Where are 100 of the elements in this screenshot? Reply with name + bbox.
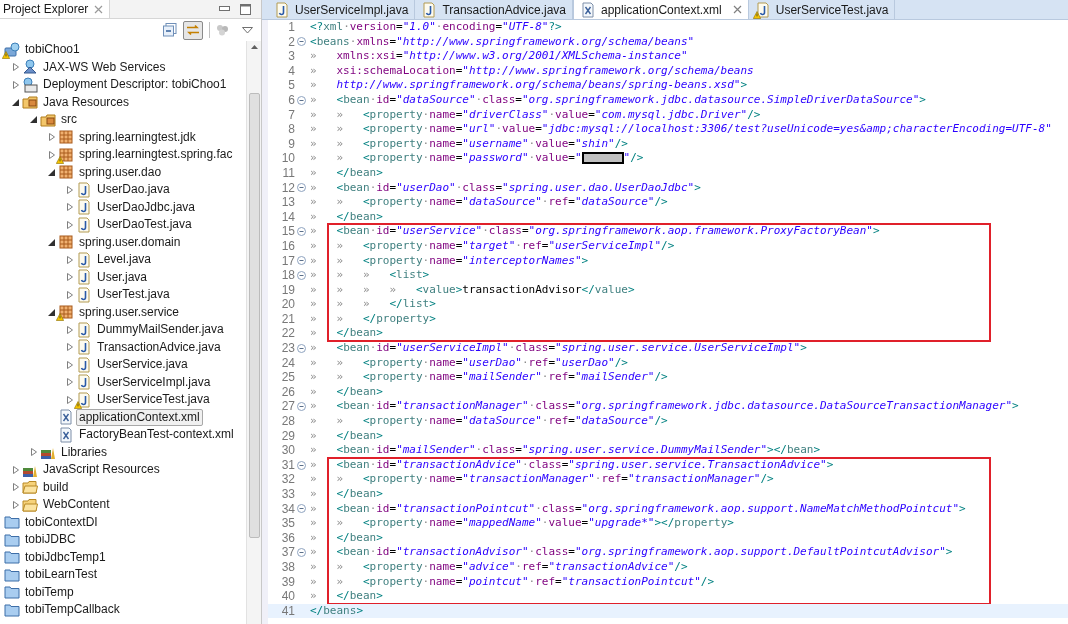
tree-item[interactable]: DummyMailSender.java xyxy=(95,321,226,339)
tree-item[interactable]: UserService.java xyxy=(95,356,190,374)
tree-item[interactable]: JAX-WS Web Services xyxy=(41,58,168,76)
tree-item[interactable]: UserDaoJdbc.java xyxy=(95,198,198,216)
tree-item[interactable]: spring.learningtest.jdk xyxy=(77,128,198,146)
line-number: 33 xyxy=(280,487,295,502)
line-number: 23 xyxy=(280,341,295,356)
expanded-arrow-icon[interactable] xyxy=(12,98,19,106)
collapsed-arrow-icon[interactable] xyxy=(67,395,73,404)
view-menu-caret-icon[interactable] xyxy=(242,26,253,34)
tree-item[interactable]: tobiTemp xyxy=(23,583,76,601)
collapsed-arrow-icon[interactable] xyxy=(67,325,73,334)
close-icon[interactable] xyxy=(732,5,742,14)
tree-item[interactable]: tobiContextDI xyxy=(23,513,100,531)
collapse-icon[interactable] xyxy=(297,343,306,353)
line-number: 40 xyxy=(280,589,295,604)
expanded-arrow-icon[interactable] xyxy=(48,308,55,316)
line-number: 12 xyxy=(280,180,295,196)
code-line: » » <property·name="pointcut"·ref="transactionPointcut"/> xyxy=(309,574,715,590)
collapse-icon[interactable] xyxy=(297,256,306,266)
tree-item[interactable]: tobiChoo1 xyxy=(23,41,82,59)
collapsed-arrow-icon[interactable] xyxy=(13,80,19,89)
collapse-icon[interactable] xyxy=(297,504,306,514)
scrollbar[interactable] xyxy=(246,41,261,624)
tree-item[interactable]: JavaScript Resources xyxy=(41,461,162,479)
collapsed-arrow-icon[interactable] xyxy=(67,255,73,264)
line-number: 28 xyxy=(280,414,295,429)
tree-item[interactable]: Level.java xyxy=(95,251,154,269)
link-with-editor-icon[interactable] xyxy=(183,20,203,40)
collapse-icon[interactable] xyxy=(297,548,306,558)
code-line: » </bean> xyxy=(309,384,383,400)
tree-item[interactable]: tobiJdbcTemp1 xyxy=(23,548,108,566)
editor-tab[interactable]: UserServiceImpl.java xyxy=(268,0,416,19)
tree-item[interactable]: FactoryBeanTest-context.xml xyxy=(77,426,236,444)
collapsed-arrow-icon[interactable] xyxy=(13,465,19,474)
expanded-arrow-icon[interactable] xyxy=(48,168,55,176)
collapsed-arrow-icon[interactable] xyxy=(13,483,19,492)
tree-item[interactable]: spring.user.dao xyxy=(77,163,164,181)
collapsed-arrow-icon[interactable] xyxy=(67,185,73,194)
tree-item[interactable]: tobiLearnTest xyxy=(23,566,100,584)
tree-item[interactable]: Libraries xyxy=(59,443,110,461)
code-line: » <bean·id="transactionPointcut"·class="org.springframework.aop.support.NameMatchMethodPointcut"> xyxy=(309,501,966,517)
collapsed-arrow-icon[interactable] xyxy=(13,500,19,509)
collapsed-arrow-icon[interactable] xyxy=(67,220,73,229)
tree-item[interactable]: tobiTempCallback xyxy=(23,601,122,619)
collapse-icon[interactable] xyxy=(297,227,306,237)
collapsed-arrow-icon[interactable] xyxy=(67,378,73,387)
close-icon[interactable] xyxy=(94,4,104,14)
collapsed-arrow-icon[interactable] xyxy=(67,203,73,212)
tree-item[interactable]: UserServiceImpl.java xyxy=(95,373,213,391)
collapsed-arrow-icon[interactable] xyxy=(67,273,73,282)
collapsed-arrow-icon[interactable] xyxy=(67,360,73,369)
tree-item[interactable]: spring.learningtest.spring.fac xyxy=(77,146,235,164)
collapse-icon[interactable] xyxy=(297,95,306,105)
tree-item[interactable]: tobiJDBC xyxy=(23,531,78,549)
code-line: <beans·xmlns="http://www.springframework.org/schema/beans" xyxy=(309,34,695,50)
line-number: 5 xyxy=(287,78,295,93)
line-number: 35 xyxy=(280,516,295,531)
code-line: » » <property·name="interceptorNames"> xyxy=(309,253,589,269)
collapsed-arrow-icon[interactable] xyxy=(31,448,37,457)
editor-tab[interactable]: TransactionAdvice.java xyxy=(415,0,573,19)
maximize-icon[interactable] xyxy=(240,3,251,15)
editor-tab[interactable]: applicationContext.xml xyxy=(573,0,749,19)
filters-icon[interactable] xyxy=(216,24,230,36)
tree-item[interactable]: build xyxy=(41,478,71,496)
expanded-arrow-icon[interactable] xyxy=(30,116,37,124)
tree-item[interactable]: src xyxy=(59,111,79,129)
tree-item[interactable]: Java Resources xyxy=(41,93,132,111)
collapsed-arrow-icon[interactable] xyxy=(67,290,73,299)
tree-item[interactable]: spring.user.service xyxy=(77,303,182,321)
scroll-up-arrow-icon[interactable] xyxy=(250,45,258,49)
tree-item[interactable]: applicationContext.xml xyxy=(76,408,203,426)
tree-item[interactable]: TransactionAdvice.java xyxy=(95,338,223,356)
tree-item[interactable]: WebContent xyxy=(41,496,112,514)
expanded-arrow-icon[interactable] xyxy=(48,238,55,246)
code-line: » xsi:schemaLocation="http://www.springframework.org/schema/beans xyxy=(309,63,754,79)
line-number: 13 xyxy=(280,195,295,210)
collapsed-arrow-icon[interactable] xyxy=(13,63,19,72)
tree-item[interactable]: spring.user.domain xyxy=(77,233,183,251)
tree-item[interactable]: User.java xyxy=(95,268,150,286)
code-line: » » <property·name="transactionManager"·ref="transactionManager"/> xyxy=(309,472,774,487)
collapse-icon[interactable] xyxy=(297,460,306,470)
tree-item[interactable]: UserDao.java xyxy=(95,181,172,199)
collapse-icon[interactable] xyxy=(297,402,306,412)
minimize-icon[interactable] xyxy=(219,6,230,12)
collapse-icon[interactable] xyxy=(297,37,306,47)
tree-item[interactable]: UserDaoTest.java xyxy=(95,216,194,234)
collapse-icon[interactable] xyxy=(297,183,306,193)
tree-item[interactable]: UserServiceTest.java xyxy=(95,391,212,409)
collapsed-arrow-icon[interactable] xyxy=(49,133,55,142)
tree-item[interactable]: UserTest.java xyxy=(95,286,172,304)
editor-tab[interactable]: UserServiceTest.java xyxy=(748,0,896,19)
collapse-icon[interactable] xyxy=(297,270,306,280)
scrollbar-thumb[interactable] xyxy=(248,93,260,538)
line-number: 21 xyxy=(280,311,295,327)
tree-item[interactable]: Deployment Descriptor: tobiChoo1 xyxy=(41,76,229,94)
collapse-all-icon[interactable] xyxy=(163,23,177,37)
code-line: » » » <list> xyxy=(309,268,430,283)
collapsed-arrow-icon[interactable] xyxy=(49,150,55,159)
collapsed-arrow-icon[interactable] xyxy=(67,343,73,352)
